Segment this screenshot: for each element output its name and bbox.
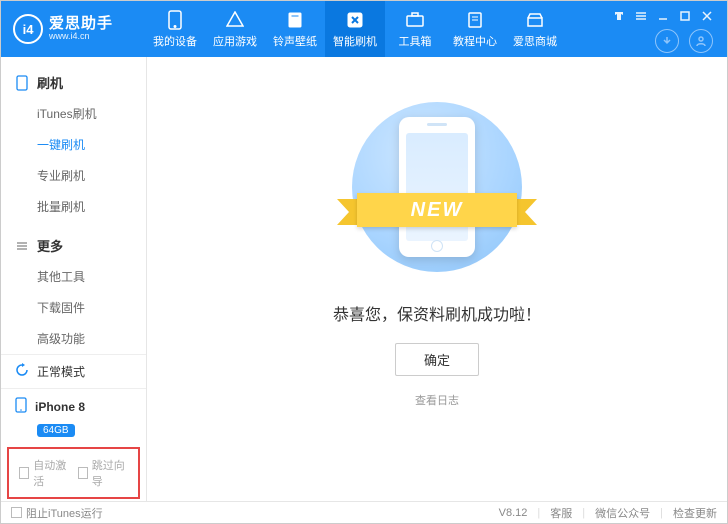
device-mode-row[interactable]: 正常模式 [1, 355, 146, 389]
refresh-icon [15, 363, 29, 380]
menu-lines-icon [15, 239, 29, 253]
ribbon-text: NEW [357, 193, 517, 227]
skip-wizard-checkbox[interactable]: 跳过向导 [78, 457, 129, 489]
menu-icon[interactable] [635, 9, 649, 23]
sidebar-item-oneclick-flash[interactable]: 一键刷机 [1, 129, 146, 160]
status-link-update[interactable]: 检查更新 [673, 505, 717, 521]
bottom-checkbox-row: 自动激活 跳过向导 [7, 447, 140, 499]
sidebar-group-more: 更多 [1, 230, 146, 261]
music-icon [285, 10, 305, 30]
success-illustration: NEW [317, 97, 557, 277]
top-nav: 我的设备 应用游戏 铃声壁纸 智能刷机 工具箱 教程中心 爱思商城 [145, 1, 565, 57]
view-log-link[interactable]: 查看日志 [415, 392, 459, 408]
checkbox-label: 自动激活 [33, 457, 69, 489]
device-mode-label: 正常模式 [37, 363, 85, 380]
status-link-wechat[interactable]: 微信公众号 [595, 505, 650, 521]
main-pane: NEW 恭喜您，保资料刷机成功啦！ 确定 查看日志 [147, 57, 727, 501]
sidebar-item-download-firmware[interactable]: 下载固件 [1, 292, 146, 323]
block-itunes-checkbox[interactable]: 阻止iTunes运行 [11, 505, 103, 521]
device-phone-icon [15, 397, 27, 416]
nav-label: 我的设备 [153, 33, 197, 49]
nav-flash[interactable]: 智能刷机 [325, 1, 385, 57]
nav-store[interactable]: 爱思商城 [505, 1, 565, 57]
minimize-icon[interactable] [657, 9, 671, 23]
nav-label: 应用游戏 [213, 33, 257, 49]
sidebar-item-other-tools[interactable]: 其他工具 [1, 261, 146, 292]
close-icon[interactable] [701, 9, 715, 23]
nav-label: 爱思商城 [513, 33, 557, 49]
auto-activate-checkbox[interactable]: 自动激活 [19, 457, 70, 489]
nav-my-device[interactable]: 我的设备 [145, 1, 205, 57]
apps-icon [225, 10, 245, 30]
chip-icon [345, 10, 365, 30]
phone-outline-icon [15, 76, 29, 90]
nav-label: 铃声壁纸 [273, 33, 317, 49]
toolbox-icon [405, 10, 425, 30]
checkbox-box-icon [19, 467, 29, 479]
checkbox-box-icon [11, 507, 22, 518]
ok-button[interactable]: 确定 [395, 343, 479, 376]
checkbox-box-icon [78, 467, 88, 479]
phone-icon [165, 10, 185, 30]
new-ribbon: NEW [337, 185, 537, 235]
maximize-icon[interactable] [679, 9, 693, 23]
sidebar-group-title: 更多 [37, 236, 63, 255]
device-row[interactable]: iPhone 8 64GB [1, 389, 146, 447]
sidebar-item-advanced[interactable]: 高级功能 [1, 323, 146, 354]
device-storage-badge: 64GB [37, 424, 75, 437]
nav-label: 智能刷机 [333, 33, 377, 49]
app-header: i4 爱思助手 www.i4.cn 我的设备 应用游戏 铃声壁纸 智能刷机 工具… [1, 1, 727, 57]
brand-name: 爱思助手 [49, 16, 113, 33]
brand-block: i4 爱思助手 www.i4.cn [13, 14, 145, 44]
brand-url: www.i4.cn [49, 32, 113, 42]
sidebar-group-flash: 刷机 [1, 67, 146, 98]
brand-text: 爱思助手 www.i4.cn [49, 16, 113, 42]
skin-icon[interactable] [613, 9, 627, 23]
sidebar-item-pro-flash[interactable]: 专业刷机 [1, 160, 146, 191]
store-icon [525, 10, 545, 30]
sidebar-group-title: 刷机 [37, 73, 63, 92]
version-label: V8.12 [499, 507, 528, 519]
nav-toolbox[interactable]: 工具箱 [385, 1, 445, 57]
block-itunes-label: 阻止iTunes运行 [26, 505, 103, 521]
nav-label: 教程中心 [453, 33, 497, 49]
sidebar-bottom: 正常模式 iPhone 8 64GB 自动激活 跳过向导 [1, 354, 146, 505]
user-icon[interactable] [689, 29, 713, 53]
success-message: 恭喜您，保资料刷机成功啦！ [333, 301, 541, 325]
brand-logo-icon: i4 [13, 14, 43, 44]
sidebar: 刷机 iTunes刷机 一键刷机 专业刷机 批量刷机 更多 其他工具 下载固件 … [1, 57, 147, 501]
download-icon[interactable] [655, 29, 679, 53]
status-right: V8.12 | 客服 | 微信公众号 | 检查更新 [499, 505, 717, 521]
sidebar-item-itunes-flash[interactable]: iTunes刷机 [1, 98, 146, 129]
status-link-support[interactable]: 客服 [550, 505, 572, 521]
window-controls [613, 5, 719, 23]
nav-ringtone[interactable]: 铃声壁纸 [265, 1, 325, 57]
checkbox-label: 跳过向导 [92, 457, 128, 489]
nav-label: 工具箱 [399, 33, 432, 49]
note-icon [465, 10, 485, 30]
nav-tutorial[interactable]: 教程中心 [445, 1, 505, 57]
device-name: iPhone 8 [35, 400, 85, 414]
nav-apps[interactable]: 应用游戏 [205, 1, 265, 57]
sidebar-item-batch-flash[interactable]: 批量刷机 [1, 191, 146, 222]
